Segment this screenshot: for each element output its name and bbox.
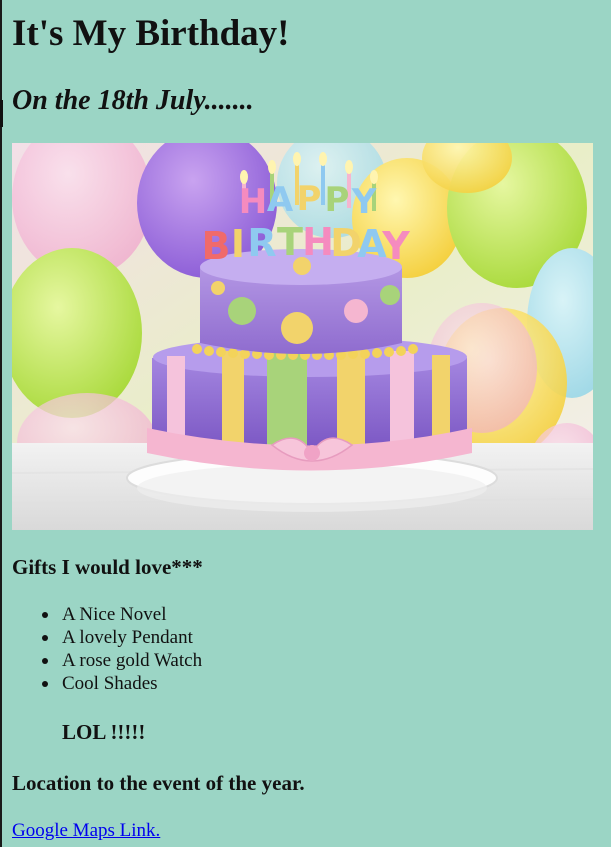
cake-letter-y: Y bbox=[351, 182, 377, 222]
page-subtitle: On the 18th July....... bbox=[12, 85, 254, 116]
page-title: It's My Birthday! bbox=[12, 13, 290, 54]
svg-text:R: R bbox=[247, 221, 276, 265]
svg-text:B: B bbox=[202, 224, 231, 268]
list-item: A rose gold Watch bbox=[41, 650, 203, 671]
svg-text:T: T bbox=[277, 220, 303, 264]
google-maps-link[interactable]: Google Maps Link. bbox=[12, 819, 160, 843]
left-window-edge bbox=[0, 0, 2, 847]
list-item: A lovely Pendant bbox=[41, 626, 202, 649]
location-heading: Location to the event of the year. bbox=[12, 771, 305, 795]
list-item: A Nice Novel bbox=[41, 603, 202, 626]
svg-text:H: H bbox=[302, 220, 334, 264]
svg-text:I: I bbox=[231, 222, 245, 266]
birthday-cake-illustration: H A P P Y B I R T H D A Y bbox=[12, 143, 593, 530]
cake-letter-p1: P bbox=[297, 179, 322, 219]
cake-letter-p2: P bbox=[325, 180, 350, 220]
lol-note: LOL !!!!! bbox=[62, 720, 146, 744]
list-item: Cool Shades bbox=[41, 672, 202, 695]
birthday-cake-image: H A P P Y B I R T H D A Y bbox=[12, 143, 593, 530]
cake-letter-a: A bbox=[267, 180, 294, 220]
svg-text:Y: Y bbox=[381, 224, 410, 268]
left-edge-marker bbox=[0, 100, 3, 127]
gifts-heading: Gifts I would love*** bbox=[12, 555, 203, 579]
gift-list: A Nice Novel A lovely Pendant A rose gol… bbox=[12, 603, 202, 695]
cake-letter-h: H bbox=[239, 182, 267, 222]
